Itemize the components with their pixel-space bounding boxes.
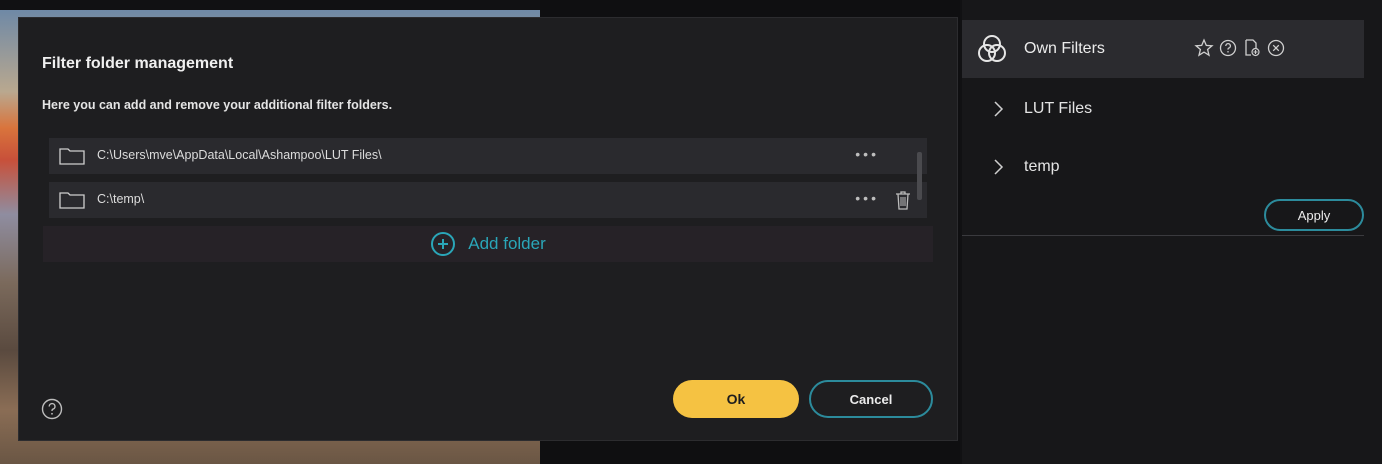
- panel-title: Own Filters: [1024, 40, 1105, 57]
- tree-item-label: LUT Files: [1024, 100, 1093, 117]
- own-filters-panel: Own Filters LUT Files temp Apply: [962, 0, 1382, 464]
- apply-button[interactable]: Apply: [1264, 199, 1364, 231]
- folder-list-scrollbar[interactable]: [917, 140, 923, 218]
- add-folder-button[interactable]: Add folder: [43, 226, 933, 262]
- plus-circle-icon: [431, 232, 456, 256]
- close-circle-icon[interactable]: [1266, 38, 1286, 58]
- folder-icon: [59, 148, 85, 165]
- add-document-icon[interactable]: [1242, 38, 1262, 58]
- ok-button[interactable]: Ok: [673, 380, 799, 418]
- folder-icon: [59, 192, 85, 209]
- star-icon[interactable]: [1194, 38, 1214, 58]
- help-icon[interactable]: [1218, 38, 1238, 58]
- folder-row[interactable]: C:\temp\ •••: [49, 182, 927, 218]
- help-icon[interactable]: [41, 398, 63, 420]
- chevron-right-icon: [994, 101, 1004, 117]
- more-options-button[interactable]: •••: [855, 190, 879, 206]
- cancel-button[interactable]: Cancel: [809, 380, 933, 418]
- trash-icon[interactable]: [895, 190, 911, 210]
- dialog-title: Filter folder management: [42, 55, 234, 72]
- folder-row[interactable]: C:\Users\mve\AppData\Local\Ashampoo\LUT …: [49, 138, 927, 174]
- panel-header-actions: [1194, 38, 1286, 58]
- chevron-right-icon: [994, 159, 1004, 175]
- filter-folder-dialog: Filter folder management Here you can ad…: [18, 17, 958, 441]
- folder-path: C:\temp\: [97, 192, 145, 206]
- folder-path: C:\Users\mve\AppData\Local\Ashampoo\LUT …: [97, 148, 382, 162]
- dialog-description: Here you can add and remove your additio…: [42, 98, 393, 112]
- more-options-button[interactable]: •••: [855, 146, 879, 162]
- folder-list: C:\Users\mve\AppData\Local\Ashampoo\LUT …: [49, 138, 927, 226]
- tree-item-temp[interactable]: temp: [992, 158, 1060, 176]
- tree-item-lut-files[interactable]: LUT Files: [992, 100, 1092, 118]
- panel-divider: [962, 235, 1364, 236]
- scroll-thumb[interactable]: [917, 152, 922, 200]
- add-folder-label: Add folder: [468, 234, 546, 253]
- tree-item-label: temp: [1024, 158, 1060, 175]
- color-filters-icon: [978, 35, 1006, 62]
- panel-header: Own Filters: [962, 20, 1364, 78]
